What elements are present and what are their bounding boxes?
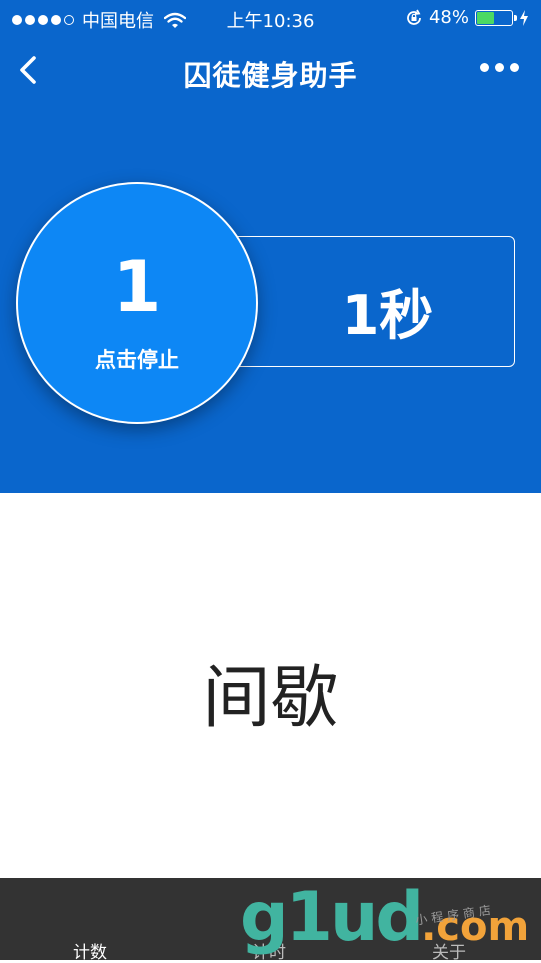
battery-icon bbox=[475, 9, 517, 26]
counter-button[interactable]: 1 点击停止 bbox=[16, 182, 258, 424]
page-title: 囚徒健身助手 bbox=[183, 59, 358, 92]
nav-bar: 囚徒健身助手 bbox=[0, 36, 541, 106]
tab-about[interactable]: 关于 bbox=[432, 938, 466, 963]
rotation-lock-icon bbox=[407, 9, 421, 25]
phase-label: 间歇 bbox=[202, 659, 339, 738]
tab-timer[interactable]: 计时 bbox=[252, 938, 286, 963]
more-options-icon[interactable] bbox=[480, 63, 519, 72]
status-bar: 中国电信 上午10:36 48% bbox=[0, 0, 541, 36]
battery-percent: 48% bbox=[428, 7, 469, 28]
tab-bar: 计数 计时 关于 bbox=[0, 878, 541, 963]
tab-count[interactable]: 计数 bbox=[73, 938, 107, 963]
counter-value: 1 bbox=[112, 246, 162, 328]
status-right: 48% bbox=[405, 7, 529, 28]
stop-label: 点击停止 bbox=[95, 348, 179, 372]
charging-icon bbox=[520, 9, 528, 26]
header-panel: 中国电信 上午10:36 48% 囚徒健身助手 1秒 1 点击停止 bbox=[0, 0, 541, 493]
